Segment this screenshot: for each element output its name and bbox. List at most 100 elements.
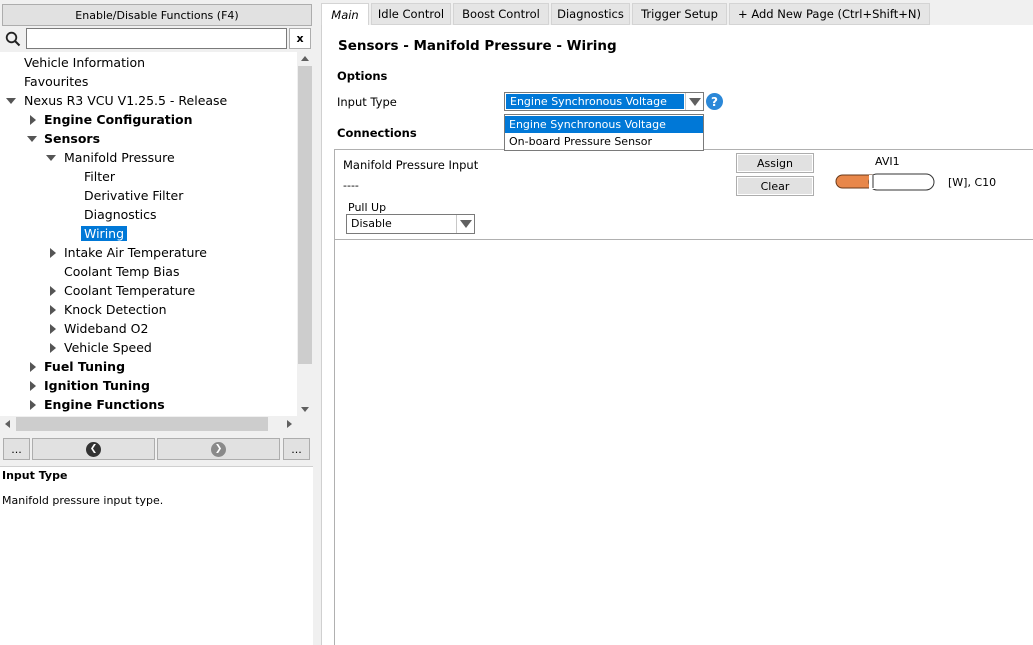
main-content: Sensors - Manifold Pressure - Wiring Opt… xyxy=(321,25,1033,645)
tree-item-label: Knock Detection xyxy=(64,302,167,317)
nav-back-button[interactable]: ❮ xyxy=(32,438,155,460)
collapse-arrow-icon[interactable] xyxy=(6,98,16,104)
manifold-pressure-input-value: ---- xyxy=(343,179,359,192)
tree-item-label: Coolant Temp Bias xyxy=(64,264,180,279)
tree-item-label: Nexus R3 VCU V1.25.5 - Release xyxy=(24,93,228,108)
dropdown-button[interactable] xyxy=(456,215,474,233)
nav-forward-button[interactable]: ❯ xyxy=(157,438,280,460)
tree-item-vehicle-speed[interactable]: Vehicle Speed xyxy=(64,338,152,357)
expand-arrow-icon[interactable] xyxy=(50,286,56,296)
back-arrow-icon: ❮ xyxy=(86,441,101,457)
scrollbar-thumb[interactable] xyxy=(298,66,312,364)
tree-item-label: Sensors xyxy=(44,131,101,146)
expand-arrow-icon[interactable] xyxy=(30,381,36,391)
page-title: Sensors - Manifold Pressure - Wiring xyxy=(338,38,617,54)
tree-item-filter[interactable]: Filter xyxy=(84,167,115,186)
search-input[interactable] xyxy=(26,28,287,49)
help-icon[interactable]: ? xyxy=(706,93,723,110)
manifold-pressure-input-label: Manifold Pressure Input xyxy=(343,158,479,172)
tree-item-engine-functions[interactable]: Engine Functions xyxy=(44,395,165,414)
tree-item-wiring[interactable]: Wiring xyxy=(81,224,128,243)
pin-name: AVI1 xyxy=(875,155,900,168)
tree-item-label: Wideband O2 xyxy=(64,321,149,336)
wire-connector-icon xyxy=(835,173,935,191)
tree-item-fuel-tuning[interactable]: Fuel Tuning xyxy=(44,357,125,376)
collapse-arrow-icon[interactable] xyxy=(46,155,56,161)
pull-up-selected-value: Disable xyxy=(351,217,392,230)
tree-item-label: Wiring xyxy=(81,226,128,241)
connection-panel: Manifold Pressure Input ---- Pull Up Dis… xyxy=(334,149,1033,240)
scroll-up-arrow-icon[interactable] xyxy=(301,56,309,61)
input-type-dropdown-list: Engine Synchronous Voltage On-board Pres… xyxy=(504,114,704,151)
tree-item-label: Intake Air Temperature xyxy=(64,245,207,260)
clear-search-button[interactable]: x xyxy=(289,28,311,49)
nav-more-right-button[interactable]: ... xyxy=(283,438,310,460)
enable-disable-functions-button[interactable]: Enable/Disable Functions (F4) xyxy=(2,4,312,26)
expand-arrow-icon[interactable] xyxy=(30,115,36,125)
forward-arrow-icon: ❯ xyxy=(211,441,226,457)
dropdown-button[interactable] xyxy=(685,93,703,110)
scroll-left-arrow-icon[interactable] xyxy=(5,420,10,428)
tree-item-label: Diagnostics xyxy=(84,207,157,222)
tab-trigger-setup[interactable]: Trigger Setup xyxy=(632,3,727,25)
page-tabs: Main Idle Control Boost Control Diagnost… xyxy=(321,3,1033,26)
nav-more-left-button[interactable]: ... xyxy=(3,438,30,460)
tree-item-diagnostics[interactable]: Diagnostics xyxy=(84,205,157,224)
panel-splitter[interactable] xyxy=(313,0,321,645)
tree-vertical-scrollbar[interactable] xyxy=(297,52,313,416)
input-type-select[interactable]: Engine Synchronous Voltage xyxy=(504,92,704,111)
expand-arrow-icon[interactable] xyxy=(50,248,56,258)
tab-main[interactable]: Main xyxy=(321,3,369,26)
expand-arrow-icon[interactable] xyxy=(50,305,56,315)
tree-item-derivative-filter[interactable]: Derivative Filter xyxy=(84,186,183,205)
dropdown-option-onboard-pressure-sensor[interactable]: On-board Pressure Sensor xyxy=(505,133,703,150)
expand-arrow-icon[interactable] xyxy=(30,362,36,372)
clear-button[interactable]: Clear xyxy=(736,176,814,196)
expand-arrow-icon[interactable] xyxy=(50,324,56,334)
tree-item-intake-air-temperature[interactable]: Intake Air Temperature xyxy=(64,243,207,262)
input-type-selected-value: Engine Synchronous Voltage xyxy=(506,94,684,109)
empty-content-area xyxy=(334,239,1033,645)
tree-item-label: Vehicle Information xyxy=(24,55,146,70)
tree-horizontal-scrollbar[interactable] xyxy=(0,416,297,432)
tree-item-label: Coolant Temperature xyxy=(64,283,196,298)
tab-diagnostics[interactable]: Diagnostics xyxy=(551,3,630,25)
expand-arrow-icon[interactable] xyxy=(30,400,36,410)
expand-arrow-icon[interactable] xyxy=(50,343,56,353)
collapse-arrow-icon[interactable] xyxy=(27,136,37,142)
input-type-label: Input Type xyxy=(337,95,397,109)
tree-item-label: Favourites xyxy=(24,74,89,89)
tree-item-coolant-temp-bias[interactable]: Coolant Temp Bias xyxy=(64,262,179,281)
tree-item-vehicle-information[interactable]: Vehicle Information xyxy=(24,53,145,72)
tree-item-nexus-r3-vcu[interactable]: Nexus R3 VCU V1.25.5 - Release xyxy=(24,91,227,110)
function-tree: Vehicle Information Favourites Nexus R3 … xyxy=(0,52,313,416)
help-title: Input Type xyxy=(2,469,68,482)
tree-item-manifold-pressure[interactable]: Manifold Pressure xyxy=(64,148,175,167)
options-heading: Options xyxy=(337,69,388,83)
tree-item-label: Ignition Tuning xyxy=(44,378,150,393)
tab-idle-control[interactable]: Idle Control xyxy=(371,3,451,25)
chevron-down-icon xyxy=(460,220,472,228)
tree-item-wideband-o2[interactable]: Wideband O2 xyxy=(64,319,148,338)
tree-item-label: Fuel Tuning xyxy=(44,359,126,374)
tree-item-sensors[interactable]: Sensors xyxy=(44,129,100,148)
tree-item-engine-configuration[interactable]: Engine Configuration xyxy=(44,110,193,129)
pull-up-select[interactable]: Disable xyxy=(346,214,475,234)
connections-heading: Connections xyxy=(337,126,417,140)
pin-reference: [W], C10 xyxy=(948,176,997,189)
tree-item-coolant-temperature[interactable]: Coolant Temperature xyxy=(64,281,195,300)
tree-item-ignition-tuning[interactable]: Ignition Tuning xyxy=(44,376,150,395)
assign-button[interactable]: Assign xyxy=(736,153,814,173)
tab-add-new-page[interactable]: + Add New Page (Ctrl+Shift+N) xyxy=(729,3,930,25)
tree-item-knock-detection[interactable]: Knock Detection xyxy=(64,300,167,319)
dropdown-option-engine-synchronous-voltage[interactable]: Engine Synchronous Voltage xyxy=(505,116,703,133)
tab-boost-control[interactable]: Boost Control xyxy=(453,3,549,25)
scrollbar-thumb[interactable] xyxy=(16,417,268,431)
help-description: Manifold pressure input type. xyxy=(2,494,164,507)
scroll-down-arrow-icon[interactable] xyxy=(301,407,309,412)
scroll-right-arrow-icon[interactable] xyxy=(287,420,292,428)
chevron-down-icon xyxy=(689,98,701,106)
tree-item-favourites[interactable]: Favourites xyxy=(24,72,88,91)
tree-item-label: Derivative Filter xyxy=(84,188,184,203)
pull-up-label: Pull Up xyxy=(348,201,387,214)
